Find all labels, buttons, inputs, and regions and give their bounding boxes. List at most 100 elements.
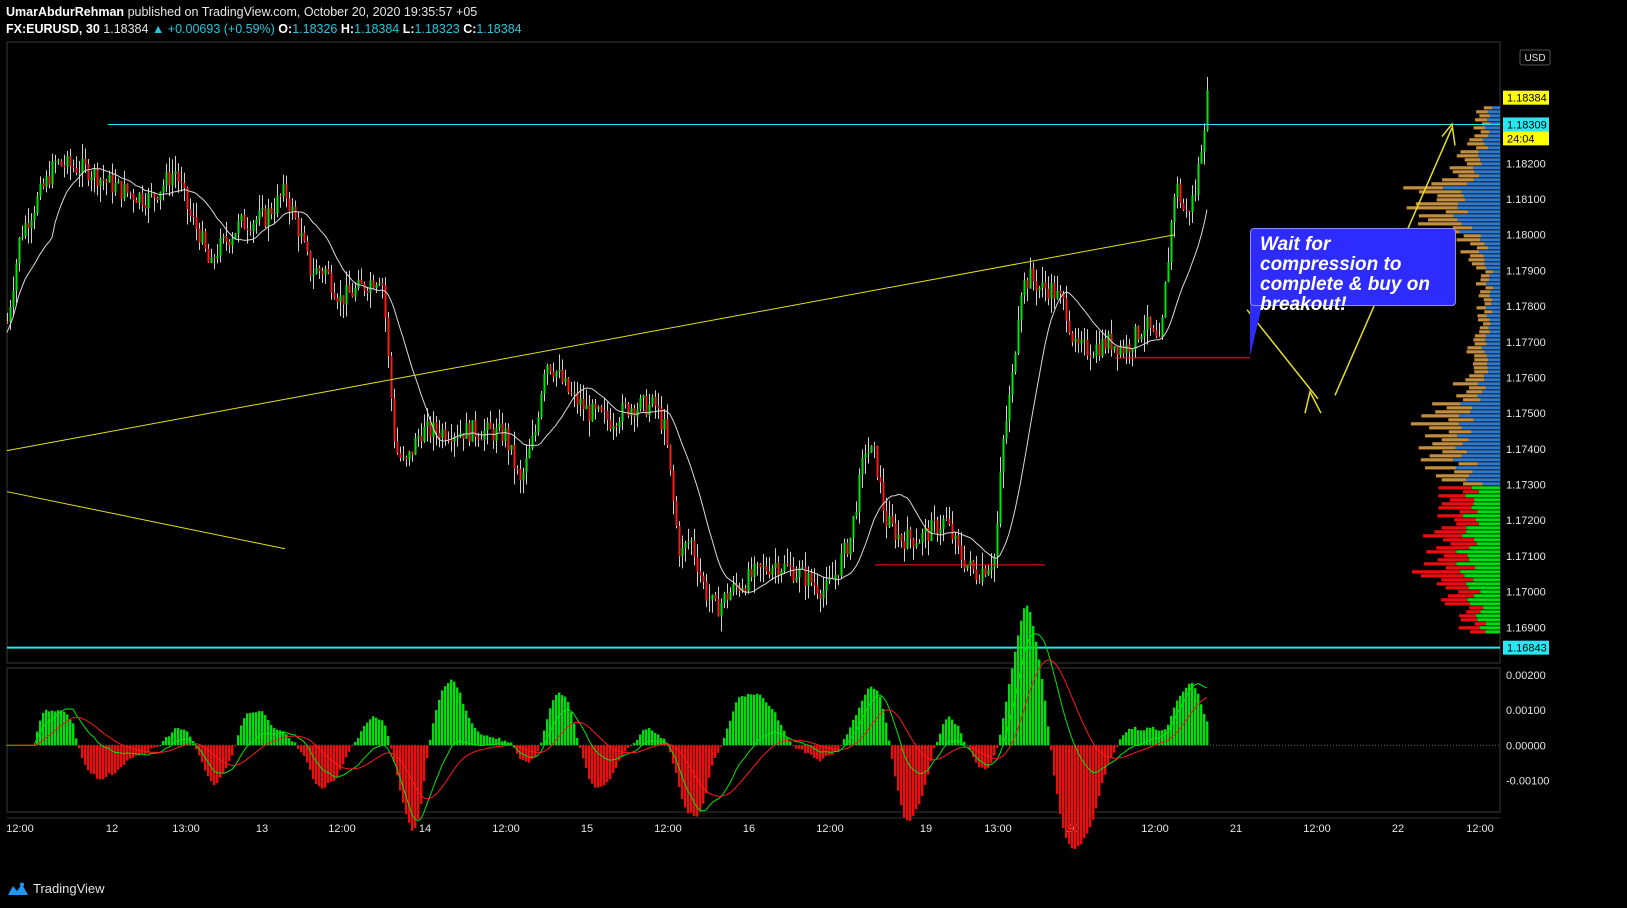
macd-histogram-bar <box>1164 729 1167 746</box>
volume-profile-bar <box>1456 154 1479 158</box>
volume-profile-bar <box>1453 214 1500 218</box>
volume-profile-bar <box>1423 534 1463 538</box>
macd-tick-label: -0.00100 <box>1506 775 1549 787</box>
candle-body <box>15 263 18 291</box>
macd-histogram-bar <box>1047 726 1050 746</box>
volume-profile-bar <box>1438 506 1472 510</box>
macd-histogram-bar <box>390 745 393 749</box>
volume-profile-bar <box>1418 222 1462 226</box>
volume-profile-bar <box>1421 414 1460 418</box>
time-tick-label: 12:00 <box>1466 823 1494 835</box>
candle-body <box>516 468 519 470</box>
candle-body <box>273 212 276 215</box>
candle-body <box>1086 339 1089 356</box>
candle-body <box>1131 349 1134 353</box>
macd-histogram-bar <box>591 745 594 784</box>
macd-histogram-bar <box>429 739 432 746</box>
candle-body <box>792 566 795 581</box>
macd-histogram-bar <box>105 745 108 778</box>
candle-body <box>264 208 267 226</box>
volume-profile-bar <box>1468 586 1500 590</box>
volume-profile-bar <box>1486 342 1500 346</box>
volume-profile-bar <box>1425 466 1456 470</box>
volume-profile-bar <box>1431 182 1468 186</box>
volume-profile-bar <box>1441 478 1467 482</box>
candle-body <box>240 215 243 222</box>
volume-profile-bar <box>1484 374 1500 378</box>
macd-histogram-bar <box>87 745 90 771</box>
candle-body <box>642 395 645 399</box>
candle-body <box>117 181 120 184</box>
volume-profile-bar <box>1473 338 1486 342</box>
candle-body <box>816 585 819 594</box>
candle-body <box>696 556 699 572</box>
volume-profile-bar <box>1457 206 1500 210</box>
candle-body <box>783 563 786 571</box>
volume-profile-bar <box>1489 130 1500 134</box>
volume-profile-bar <box>1483 322 1491 326</box>
candle-body <box>1167 262 1170 283</box>
macd-histogram-bar <box>300 745 303 753</box>
volume-profile-bar <box>1448 430 1472 434</box>
macd-histogram-bar <box>1152 726 1155 746</box>
candle-body <box>951 523 954 540</box>
price-chart[interactable]: 12:00 12 13:00 13 12:00 14 12:00 15 12:00 16 12:00… <box>0 0 1627 908</box>
volume-profile-bar <box>1460 618 1478 622</box>
macd-histogram-bar <box>141 745 144 754</box>
candle-body <box>795 577 798 581</box>
candle-body <box>243 215 246 229</box>
volume-profile-bar <box>1469 374 1485 378</box>
volume-profile-bar <box>1437 194 1464 198</box>
macd-histogram-bar <box>1119 739 1122 746</box>
candle-body <box>1050 283 1053 299</box>
candle-body <box>531 435 534 449</box>
macd-histogram-bar <box>1026 605 1029 746</box>
candle-body <box>60 160 63 166</box>
candle-body <box>72 166 75 169</box>
candle-body <box>801 567 804 569</box>
volume-profile-bar <box>1473 366 1488 370</box>
volume-profile-bar <box>1488 370 1500 374</box>
candle-body <box>1116 346 1119 356</box>
candle-body <box>558 369 561 372</box>
volume-profile-bar <box>1459 230 1500 234</box>
volume-profile-bar <box>1480 398 1500 402</box>
candle-body <box>1002 438 1005 473</box>
volume-profile-bar <box>1492 298 1500 302</box>
candle-body <box>1044 282 1047 289</box>
macd-histogram-bar <box>636 739 639 746</box>
candle-body <box>789 565 792 567</box>
macd-histogram-bar <box>747 693 750 746</box>
candle-body <box>900 534 903 541</box>
macd-histogram-bar <box>405 745 408 815</box>
volume-profile-bar <box>1462 534 1500 538</box>
candle-body <box>636 409 639 417</box>
annotation-note[interactable]: Wait for compression to complete & buy o… <box>1250 228 1456 315</box>
macd-histogram-bar <box>798 745 801 749</box>
tradingview-footer[interactable]: TradingView <box>7 881 105 896</box>
candle-body <box>426 421 429 427</box>
volume-profile-bar <box>1459 414 1500 418</box>
candle-body <box>435 422 438 433</box>
volume-profile-bar <box>1484 142 1500 146</box>
macd-histogram-bar <box>84 745 87 765</box>
macd-histogram-bar <box>1167 724 1170 746</box>
macd-histogram-bar <box>291 741 294 746</box>
price-axis: USD 1.18200 1.18100 1.18000 1.17900 1.17800 1.… <box>1503 49 1551 787</box>
macd-histogram-bar <box>792 745 795 747</box>
volume-profile-bar <box>1403 186 1444 190</box>
candle-body <box>984 568 987 576</box>
macd-histogram-bar <box>771 709 774 746</box>
candle-body <box>1071 333 1074 343</box>
macd-histogram-bar <box>609 745 612 780</box>
macd-histogram-bar <box>1023 608 1026 746</box>
macd-histogram-bar <box>210 745 213 782</box>
volume-profile-bar <box>1429 454 1462 458</box>
candle-body <box>705 581 708 601</box>
candle-body <box>579 398 582 405</box>
candle-body <box>603 410 606 412</box>
volume-profile-bar <box>1477 394 1500 398</box>
volume-profile-bar <box>1456 522 1479 526</box>
volume-profile-bar <box>1466 162 1482 166</box>
macd-histogram-bar <box>1131 729 1134 746</box>
